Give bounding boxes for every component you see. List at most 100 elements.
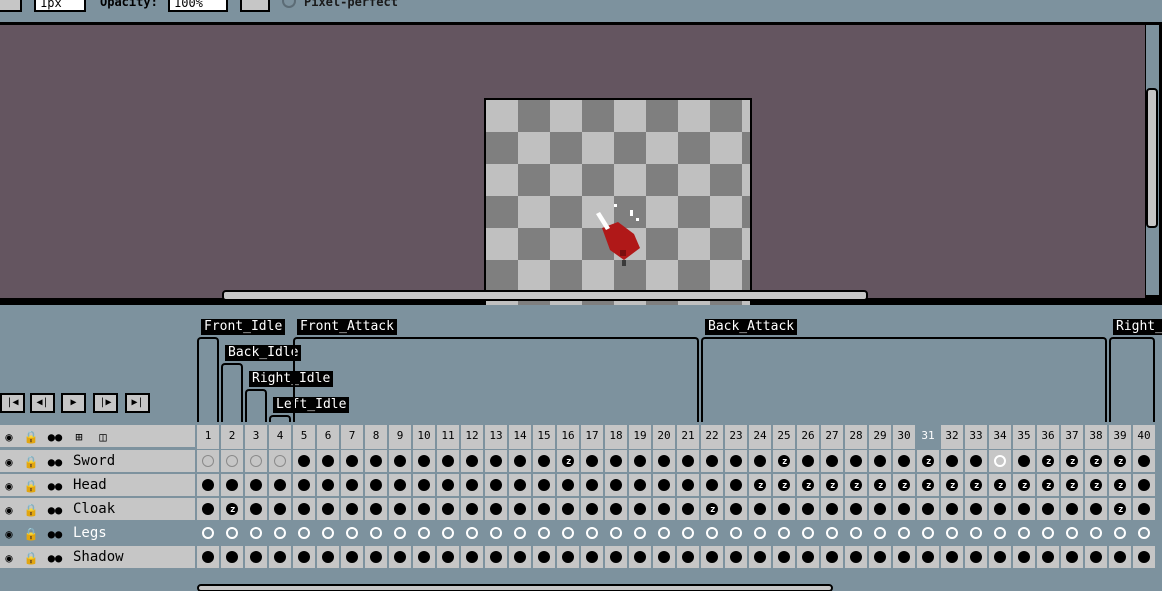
- cel-sword-2[interactable]: [221, 450, 244, 474]
- cel-sword-24[interactable]: [749, 450, 772, 474]
- cel-cloak-29[interactable]: [869, 498, 892, 522]
- cel-sword-40[interactable]: [1133, 450, 1156, 474]
- cel-head-6[interactable]: [317, 474, 340, 498]
- cel-sword-27[interactable]: [821, 450, 844, 474]
- continuous-icon[interactable]: ●●: [46, 477, 64, 495]
- tag-bracket-front-idle[interactable]: [197, 337, 219, 422]
- cel-shadow-26[interactable]: [797, 546, 820, 570]
- cel-sword-13[interactable]: [485, 450, 508, 474]
- cel-legs-31[interactable]: [917, 522, 940, 546]
- cel-sword-9[interactable]: [389, 450, 412, 474]
- cel-shadow-19[interactable]: [629, 546, 652, 570]
- first-frame-button[interactable]: |◀: [0, 393, 25, 413]
- cel-shadow-8[interactable]: [365, 546, 388, 570]
- tag-bracket-right-idle[interactable]: [245, 389, 267, 422]
- cel-cloak-15[interactable]: [533, 498, 556, 522]
- cel-legs-16[interactable]: [557, 522, 580, 546]
- cel-shadow-9[interactable]: [389, 546, 412, 570]
- cel-head-30[interactable]: z: [893, 474, 916, 498]
- cel-shadow-28[interactable]: [845, 546, 868, 570]
- cel-head-5[interactable]: [293, 474, 316, 498]
- cel-legs-13[interactable]: [485, 522, 508, 546]
- cel-cloak-34[interactable]: [989, 498, 1012, 522]
- cel-cloak-35[interactable]: [1013, 498, 1036, 522]
- cel-shadow-35[interactable]: [1013, 546, 1036, 570]
- visibility-icon[interactable]: ◉: [0, 525, 18, 543]
- cel-legs-11[interactable]: [437, 522, 460, 546]
- cel-cloak-21[interactable]: [677, 498, 700, 522]
- cel-sword-5[interactable]: [293, 450, 316, 474]
- frame-number-9[interactable]: 9: [389, 425, 412, 449]
- cel-sword-34[interactable]: [989, 450, 1012, 474]
- cel-cloak-4[interactable]: [269, 498, 292, 522]
- frame-number-4[interactable]: 4: [269, 425, 292, 449]
- cel-sword-7[interactable]: [341, 450, 364, 474]
- cel-sword-18[interactable]: [605, 450, 628, 474]
- tag-bracket-front-attack[interactable]: [293, 337, 699, 422]
- cel-sword-30[interactable]: [893, 450, 916, 474]
- cel-cloak-12[interactable]: [461, 498, 484, 522]
- cel-head-11[interactable]: [437, 474, 460, 498]
- cel-legs-23[interactable]: [725, 522, 748, 546]
- cel-sword-14[interactable]: [509, 450, 532, 474]
- cel-legs-37[interactable]: [1061, 522, 1084, 546]
- cel-sword-4[interactable]: [269, 450, 292, 474]
- frame-number-1[interactable]: 1: [197, 425, 220, 449]
- play-button[interactable]: ▶: [61, 393, 86, 413]
- cel-cloak-14[interactable]: [509, 498, 532, 522]
- cel-sword-6[interactable]: [317, 450, 340, 474]
- cel-legs-26[interactable]: [797, 522, 820, 546]
- frame-number-37[interactable]: 37: [1061, 425, 1084, 449]
- cel-sword-25[interactable]: z: [773, 450, 796, 474]
- cel-shadow-29[interactable]: [869, 546, 892, 570]
- cel-legs-33[interactable]: [965, 522, 988, 546]
- cel-head-35[interactable]: z: [1013, 474, 1036, 498]
- cel-head-36[interactable]: z: [1037, 474, 1060, 498]
- cel-cloak-24[interactable]: [749, 498, 772, 522]
- cel-head-24[interactable]: z: [749, 474, 772, 498]
- cel-head-22[interactable]: [701, 474, 724, 498]
- editor-canvas-area[interactable]: [0, 25, 1145, 315]
- frame-number-30[interactable]: 30: [893, 425, 916, 449]
- frame-number-13[interactable]: 13: [485, 425, 508, 449]
- cel-head-26[interactable]: z: [797, 474, 820, 498]
- frame-number-14[interactable]: 14: [509, 425, 532, 449]
- cel-legs-27[interactable]: [821, 522, 844, 546]
- cel-cloak-17[interactable]: [581, 498, 604, 522]
- lock-icon[interactable]: 🔒: [22, 549, 40, 567]
- cel-legs-21[interactable]: [677, 522, 700, 546]
- cel-cloak-19[interactable]: [629, 498, 652, 522]
- cel-shadow-27[interactable]: [821, 546, 844, 570]
- cel-head-40[interactable]: [1133, 474, 1156, 498]
- cel-cloak-33[interactable]: [965, 498, 988, 522]
- continuous-icon[interactable]: ●●: [46, 453, 64, 471]
- layer-row-head[interactable]: ◉ 🔒 ●● Head z z z z z z z z z z z z z z z z: [0, 474, 1162, 498]
- opacity-field[interactable]: 100%: [168, 0, 228, 12]
- cel-sword-21[interactable]: [677, 450, 700, 474]
- editor-horizontal-scrollbar[interactable]: [222, 290, 868, 301]
- cel-legs-38[interactable]: [1085, 522, 1108, 546]
- frame-number-34[interactable]: 34: [989, 425, 1012, 449]
- layer-panel-legs[interactable]: ◉ 🔒 ●● Legs: [0, 522, 195, 546]
- cel-head-7[interactable]: [341, 474, 364, 498]
- layer-row-cloak[interactable]: ◉ 🔒 ●● Cloak z z z: [0, 498, 1162, 522]
- frame-number-8[interactable]: 8: [365, 425, 388, 449]
- lock-icon[interactable]: 🔒: [22, 477, 40, 495]
- lock-all-icon[interactable]: 🔒: [22, 428, 40, 446]
- cel-cloak-18[interactable]: [605, 498, 628, 522]
- cel-legs-6[interactable]: [317, 522, 340, 546]
- cel-sword-35[interactable]: [1013, 450, 1036, 474]
- cel-sword-36[interactable]: z: [1037, 450, 1060, 474]
- frame-number-12[interactable]: 12: [461, 425, 484, 449]
- cel-head-4[interactable]: [269, 474, 292, 498]
- cel-head-39[interactable]: z: [1109, 474, 1132, 498]
- cel-legs-24[interactable]: [749, 522, 772, 546]
- frame-number-36[interactable]: 36: [1037, 425, 1060, 449]
- visibility-all-icon[interactable]: ◉: [0, 428, 18, 446]
- continuous-icon[interactable]: ●●: [46, 549, 64, 567]
- continuous-icon[interactable]: ●●: [46, 501, 64, 519]
- frame-number-39[interactable]: 39: [1109, 425, 1132, 449]
- tag-label-front-idle[interactable]: Front_Idle: [201, 319, 286, 335]
- cel-sword-19[interactable]: [629, 450, 652, 474]
- frame-number-17[interactable]: 17: [581, 425, 604, 449]
